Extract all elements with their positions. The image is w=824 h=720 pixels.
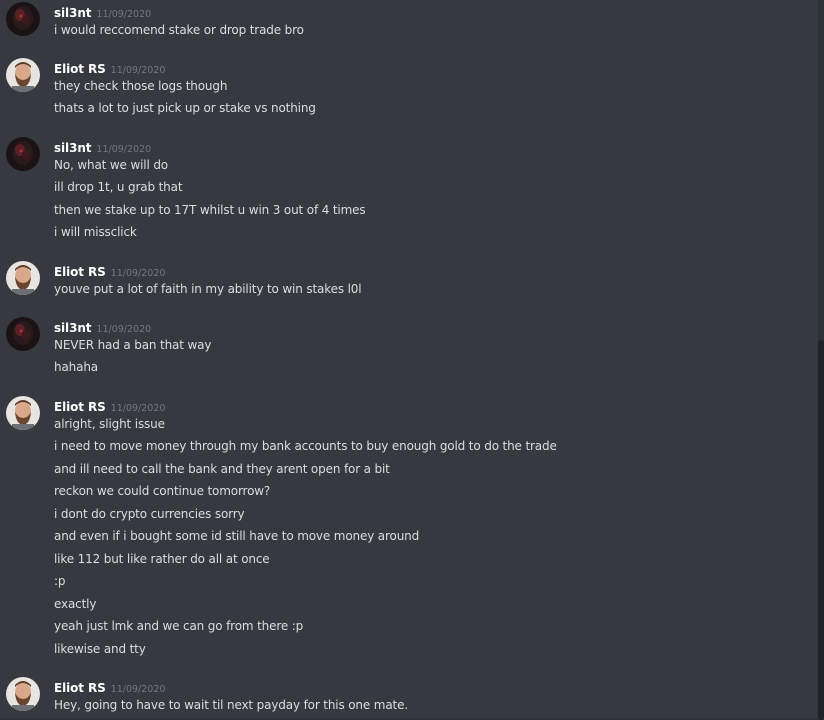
message-line: i will missclick — [54, 225, 137, 239]
message-line: Hey, going to have to wait til next payd… — [54, 698, 408, 712]
message-line: youve put a lot of faith in my ability t… — [54, 282, 362, 296]
username[interactable]: Eliot RS — [54, 681, 106, 695]
username[interactable]: Eliot RS — [54, 265, 106, 279]
message-header: Eliot RS 11/09/2020 — [54, 58, 165, 76]
message-line: :p — [54, 574, 66, 588]
bearded-man-avatar-icon[interactable] — [6, 261, 40, 295]
message-line: i dont do crypto currencies sorry — [54, 506, 245, 521]
scrollbar-thumb[interactable] — [818, 340, 824, 720]
message-line: No, what we will do — [54, 158, 168, 172]
message-line: they check those logs though — [54, 79, 228, 93]
bearded-man-avatar-icon[interactable] — [6, 396, 40, 430]
message-line: and ill need to call the bank and they a… — [54, 461, 390, 476]
message-line: hahaha — [54, 360, 98, 374]
message-line: exactly — [54, 596, 97, 611]
bearded-man-avatar-icon[interactable] — [6, 677, 40, 711]
username[interactable]: sil3nt — [54, 141, 92, 155]
username[interactable]: sil3nt — [54, 6, 92, 20]
username[interactable]: sil3nt — [54, 321, 92, 335]
message-header: Eliot RS 11/09/2020 — [54, 396, 165, 414]
bearded-man-avatar-icon[interactable] — [6, 58, 40, 92]
message-line: and even if i bought some id still have … — [54, 529, 420, 543]
message-line: like 112 but like rather do all at once — [54, 551, 270, 566]
message-header: sil3nt 11/09/2020 — [54, 317, 151, 335]
message-line: i would reccomend stake or drop trade br… — [54, 23, 304, 37]
username[interactable]: Eliot RS — [54, 400, 106, 414]
message-line: alright, slight issue — [54, 417, 165, 431]
message-header: sil3nt 11/09/2020 — [54, 2, 151, 20]
dark-character-avatar-icon[interactable] — [6, 2, 40, 36]
username[interactable]: Eliot RS — [54, 62, 106, 76]
message-line: likewise and tty — [54, 641, 146, 656]
dark-character-avatar-icon[interactable] — [6, 317, 40, 351]
message-line: NEVER had a ban that way — [54, 338, 212, 352]
scrollbar-track[interactable] — [818, 0, 824, 720]
message-header: sil3nt 11/09/2020 — [54, 137, 151, 155]
message-line: reckon we could continue tomorrow? — [54, 484, 271, 498]
message-line: then we stake up to 17T whilst u win 3 o… — [54, 202, 366, 217]
message-line: thats a lot to just pick up or stake vs … — [54, 101, 316, 115]
message-header: Eliot RS 11/09/2020 — [54, 261, 165, 279]
message-line: ill drop 1t, u grab that — [54, 180, 183, 194]
dark-character-avatar-icon[interactable] — [6, 137, 40, 171]
chat-message-list: sil3nt 11/09/2020 i would reccomend stake… — [0, 0, 824, 720]
message-line: i need to move money through my bank acc… — [54, 439, 557, 453]
message-line: yeah just lmk and we can go from there :… — [54, 619, 304, 633]
message-header: Eliot RS 11/09/2020 — [54, 677, 165, 695]
